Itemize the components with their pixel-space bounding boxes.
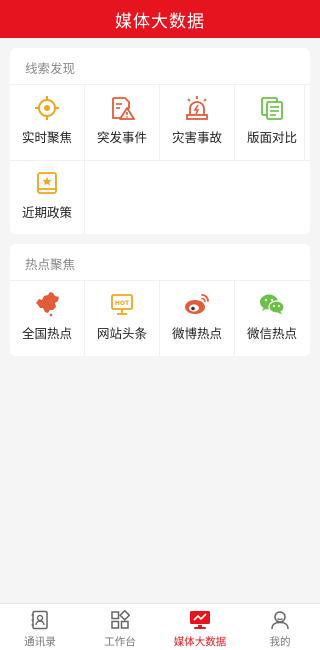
contacts-icon (29, 609, 51, 631)
tile-label: 全国热点 (21, 326, 72, 341)
grid-separator (159, 85, 160, 160)
tile-layout-compare[interactable]: 版面对比 (235, 85, 309, 159)
alert-document-icon (108, 94, 136, 122)
svg-text:HOT: HOT (115, 300, 130, 307)
media-data-icon (189, 609, 211, 631)
tile-recent-policies[interactable]: 近期政策 (10, 160, 84, 234)
clue-discovery-title: 线索发现 (25, 61, 76, 76)
grid-separator (10, 160, 310, 161)
layout-compare-icon (258, 94, 286, 122)
grid-separator (159, 281, 160, 356)
tile-label: 网站头条 (96, 326, 147, 341)
tile-national-hotspots[interactable]: 全国热点 (10, 281, 84, 355)
tile-weibo-hotspots[interactable]: 微博热点 (160, 281, 234, 355)
profile-icon (269, 609, 291, 631)
grid-separator (84, 281, 85, 356)
grid-separator (234, 281, 235, 356)
hot-monitor-icon: HOT (108, 290, 136, 318)
tile-label: 微博热点 (171, 326, 222, 341)
tile-realtime-focus[interactable]: 实时聚焦 (10, 85, 84, 159)
hotspot-card: 热点聚焦 全国热点 HOT 网站头条 微博热点 微信热点 (10, 244, 310, 356)
tab-label: 工作台 (104, 636, 136, 648)
siren-icon (183, 94, 211, 122)
tile-disaster-accidents[interactable]: 灾害事故 (160, 85, 234, 159)
weibo-icon (183, 290, 211, 318)
tab-workbench[interactable]: 工作台 (80, 604, 160, 650)
crosshair-icon (33, 94, 61, 122)
grid-separator (234, 85, 235, 160)
tile-label: 版面对比 (246, 130, 297, 145)
tab-label: 通讯录 (24, 636, 56, 648)
tab-contacts[interactable]: 通讯录 (0, 604, 80, 650)
clue-discovery-card: 线索发现 实时聚焦 突发事件 灾害事故 版面对比 近期政策 (10, 48, 310, 234)
tab-label: 我的 (269, 636, 291, 648)
tab-media-data[interactable]: 媒体大数据 (160, 604, 240, 650)
wechat-icon (258, 290, 286, 318)
grid-separator (304, 85, 305, 160)
tile-emergency-events[interactable]: 突发事件 (85, 85, 159, 159)
grid-separator (84, 160, 85, 234)
tile-wechat-hotspots[interactable]: 微信热点 (235, 281, 309, 355)
app-header: 媒体大数据 (0, 0, 320, 38)
bottom-tab-bar: 通讯录 工作台 媒体大数据 我的 (0, 603, 320, 650)
tile-label: 实时聚焦 (21, 130, 72, 145)
tile-label: 突发事件 (96, 130, 147, 145)
tile-website-headlines[interactable]: HOT 网站头条 (85, 281, 159, 355)
tab-label: 媒体大数据 (173, 636, 227, 648)
china-map-icon (33, 290, 61, 318)
hotspot-title: 热点聚焦 (25, 257, 76, 272)
tile-label: 微信热点 (246, 326, 297, 341)
policy-book-icon (33, 169, 61, 197)
grid-separator (84, 85, 85, 160)
workbench-icon (109, 609, 131, 631)
tile-label: 灾害事故 (171, 130, 222, 145)
tab-profile[interactable]: 我的 (240, 604, 320, 650)
page-title: 媒体大数据 (115, 11, 205, 32)
tile-label: 近期政策 (21, 205, 72, 220)
